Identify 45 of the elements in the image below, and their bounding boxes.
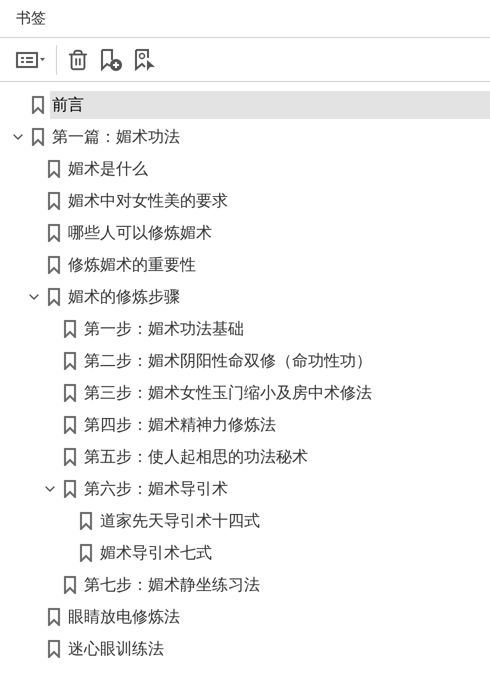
bookmark-icon [64,576,76,594]
bookmark-item[interactable]: 修炼媚术的重要性 [66,251,490,279]
list-options-icon [16,52,46,68]
bookmark-item[interactable]: 第一篇：媚术功法 [50,123,490,151]
bookmark-item[interactable]: 眼睛放电修炼法 [66,603,490,631]
bookmark-item[interactable]: 媚术中对女性美的要求 [66,187,490,215]
bookmark-item[interactable]: 媚术的修炼步骤 [66,283,490,311]
bookmark-item[interactable]: 第六步：媚术导引术 [82,475,490,503]
bookmark-icon [48,192,60,210]
bookmark-item[interactable]: 道家先天导引术十四式 [98,507,490,535]
bookmark-icon [48,640,60,658]
bookmark-item[interactable]: 哪些人可以修炼媚术 [66,219,490,247]
bookmark-icon [48,608,60,626]
bookmark-icon [64,320,76,338]
bookmark-plus-icon [99,48,123,72]
bookmark-icon [48,256,60,274]
bookmark-icon [64,480,76,498]
bookmark-icon [48,288,60,306]
bookmark-item[interactable]: 前言 [50,91,490,119]
new-bookmark-button[interactable] [99,48,123,72]
bookmark-icon [64,352,76,370]
bookmark-item[interactable]: 第二步：媚术阴阳性命双修（命功性功） [82,347,490,375]
bookmark-item[interactable]: 媚术导引术七式 [98,539,490,567]
bookmark-icon [64,448,76,466]
bookmark-item[interactable]: 第三步：媚术女性玉门缩小及房中术修法 [82,379,490,407]
trash-icon [67,48,89,70]
bookmark-icon [64,384,76,402]
bookmark-icon [64,416,76,434]
bookmark-item[interactable]: 第一步：媚术功法基础 [82,315,490,343]
bookmark-icon [32,128,44,146]
bookmark-icon [32,96,44,114]
bookmark-item[interactable]: 第五步：使人起相思的功法秘术 [82,443,490,471]
bookmark-item[interactable]: 第四步：媚术精神力修炼法 [82,411,490,439]
bookmark-icon [80,512,92,530]
delete-button[interactable] [67,48,89,70]
bookmark-icon [48,224,60,242]
bookmark-icon [80,544,92,562]
bookmark-properties-button[interactable] [133,48,157,72]
bookmark-item[interactable]: 第七步：媚术静坐练习法 [82,571,490,599]
bookmark-cursor-icon [133,48,157,72]
options-menu-button[interactable] [16,52,46,68]
bookmark-item[interactable]: 迷心眼训练法 [66,635,490,663]
bookmark-icon [48,160,60,178]
bookmark-item[interactable]: 媚术是什么 [66,155,490,183]
panel-title: 书签 [16,8,46,30]
